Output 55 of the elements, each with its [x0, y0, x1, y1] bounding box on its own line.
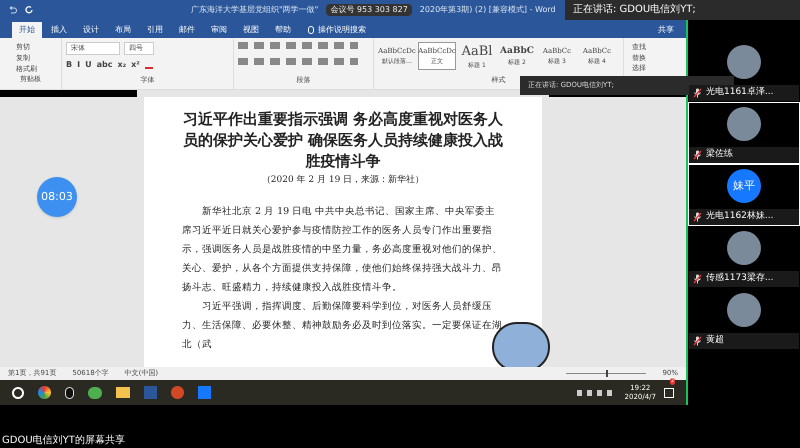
meeting-id-badge: 会议号 953 303 827	[326, 4, 412, 16]
avatar-placeholder	[727, 231, 761, 265]
participant-name: 光电1162林妹...	[706, 210, 774, 224]
style-preview: AaBl	[462, 42, 492, 61]
document-title: 习近平作出重要指示强调 务必高度重视对医务人员的保护关心爱护 确保医务人员持续健康投入战胜疫情斗争	[182, 109, 504, 172]
muted-mic-icon	[693, 336, 702, 346]
participant-tile[interactable]: 传感1173梁存...	[688, 226, 800, 288]
ribbon-tab[interactable]: 开始	[12, 22, 42, 38]
timer-badge: 08:03	[37, 177, 77, 217]
format-button[interactable]: B	[66, 58, 72, 70]
avatar-placeholder	[727, 107, 761, 141]
muted-mic-icon	[693, 150, 702, 160]
format-button[interactable]: I	[77, 58, 80, 70]
format-button[interactable]: x²	[131, 58, 140, 70]
format-button[interactable]: abc	[96, 58, 112, 70]
ribbon-tab[interactable]: 布局	[108, 22, 138, 38]
notification-icon	[664, 388, 674, 398]
participant-name: 黄超	[706, 334, 724, 348]
window-title: 广东海洋大学基层党组织"两学一做"	[191, 4, 318, 16]
format-button[interactable]: U	[85, 58, 92, 70]
participant-name: 传感1173梁存...	[706, 272, 774, 286]
participant-tile[interactable]: 妹平 光电1162林妹...	[688, 164, 800, 226]
speaking-banner: 正在讲话: GDOU电信刘YT;	[565, 0, 800, 20]
muted-mic-icon	[693, 88, 702, 98]
document-paragraph: 习近平强调，指挥调度、后勤保障要科学到位，对医务人员舒缓压力、生活保障、必要休整、精神鼓励务必及时到位落实。一定要保证在湖北（武	[182, 300, 503, 352]
redo-icon[interactable]	[25, 6, 33, 14]
ribbon-tab[interactable]: 邮件	[172, 22, 202, 38]
document-source: （2020 年 2 月 19 日，来源：新华社）	[262, 174, 424, 187]
ribbon-tab[interactable]: 审阅	[204, 22, 234, 38]
window-title: 2020年第3期) (2) [兼容模式] - Word	[420, 4, 556, 16]
muted-mic-icon	[693, 274, 702, 284]
participant-tile[interactable]: 光电1161卓泽...	[688, 40, 800, 102]
initials-avatar: 妹平	[727, 169, 761, 203]
document-paragraph: 新华社北京 2 月 19 日电 中共中央总书记、国家主席、中央军委主席习近平近日就关心爱护参与疫情防控工作的医务人员专门作出重要指示，强调医务人员是战胜疫情的中坚力量，务必高度重视对他们的保护、关心、爱护，从各个方面提供支持保障，使他们始终保持强大战斗力、昂扬斗志、旺盛精力，持续健康投入战胜疫情斗争。	[182, 204, 503, 294]
participant-tile[interactable]: 黄超	[688, 288, 800, 350]
share-caption: GDOU电信刘YT的屏幕共享	[2, 435, 125, 447]
ribbon-tab[interactable]: 引用	[140, 22, 170, 38]
tell-me-search[interactable]: 操作说明搜索	[318, 24, 366, 36]
avatar-placeholder	[727, 293, 761, 327]
participant-tile[interactable]: 梁佐练	[688, 102, 800, 164]
participant-name: 梁佐练	[706, 148, 733, 162]
style-preview: AaBbC	[500, 44, 534, 58]
ribbon-tab[interactable]: 视图	[236, 22, 266, 38]
undo-icon[interactable]	[8, 6, 17, 14]
format-button[interactable]: x₂	[117, 58, 126, 70]
ribbon-tab[interactable]: 帮助	[268, 22, 298, 38]
share-button[interactable]: 共享	[658, 22, 674, 38]
ribbon-tab[interactable]: 插入	[44, 22, 74, 38]
zoom-thumb[interactable]	[606, 370, 608, 377]
avatar-placeholder	[492, 322, 550, 367]
ribbon-tab[interactable]: 设计	[76, 22, 106, 38]
muted-mic-icon	[693, 212, 702, 222]
browser-icon	[38, 386, 51, 399]
participant-name: 光电1161卓泽...	[706, 86, 774, 100]
avatar-placeholder	[727, 45, 761, 79]
